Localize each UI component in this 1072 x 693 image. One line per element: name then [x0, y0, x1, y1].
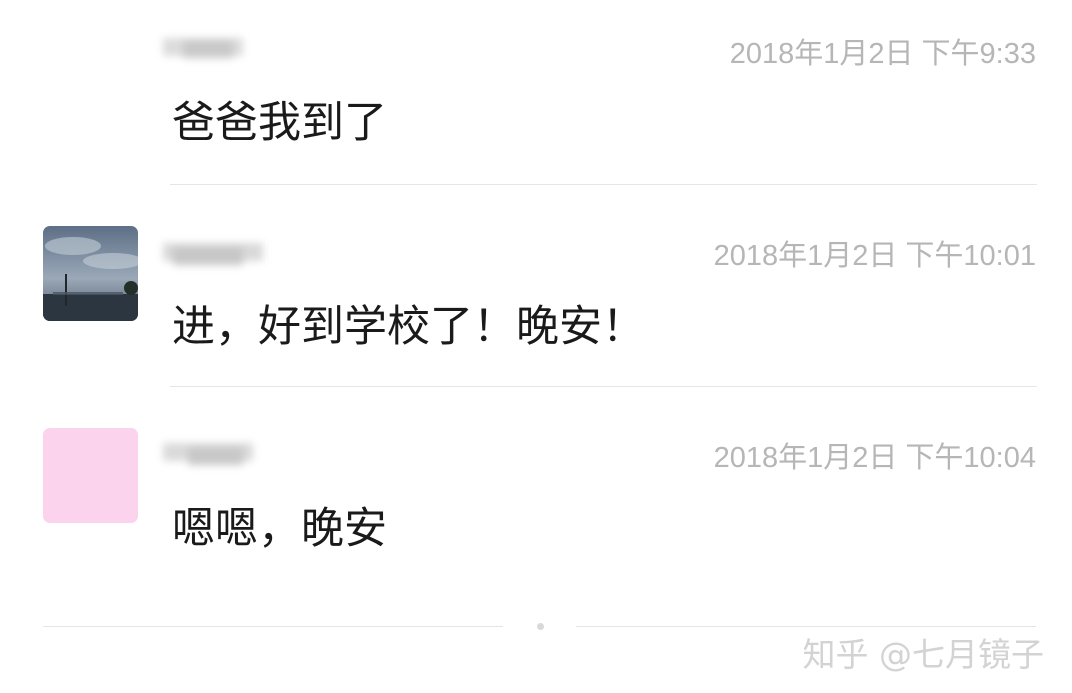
sender-name-redacted: [163, 30, 273, 60]
sender-name-redacted: [163, 435, 273, 465]
landscape-photo-icon: [43, 226, 138, 321]
message-text: 进，好到学校了！晚安！: [172, 302, 645, 352]
watermark: 知乎 @七月镜子: [802, 635, 1045, 674]
avatar[interactable]: [43, 226, 138, 321]
message-item[interactable]: 2018年1月2日 下午10:04 嗯嗯，晚安: [0, 387, 1072, 607]
message-item[interactable]: 2018年1月2日 下午9:33 爸爸我到了: [0, 0, 1072, 185]
message-text: 嗯嗯，晚安: [172, 504, 387, 554]
footer-divider-right: [576, 626, 1036, 627]
message-timestamp: 2018年1月2日 下午10:04: [713, 442, 1036, 474]
footer-dot: [537, 623, 544, 630]
avatar[interactable]: [43, 428, 138, 523]
footer-divider-left: [43, 626, 503, 627]
message-timestamp: 2018年1月2日 下午9:33: [729, 38, 1036, 70]
message-item[interactable]: 2018年1月2日 下午10:01 进，好到学校了！晚安！: [0, 185, 1072, 385]
message-text: 爸爸我到了: [172, 98, 387, 148]
sender-name-redacted: [163, 235, 273, 265]
message-timestamp: 2018年1月2日 下午10:01: [713, 240, 1036, 272]
